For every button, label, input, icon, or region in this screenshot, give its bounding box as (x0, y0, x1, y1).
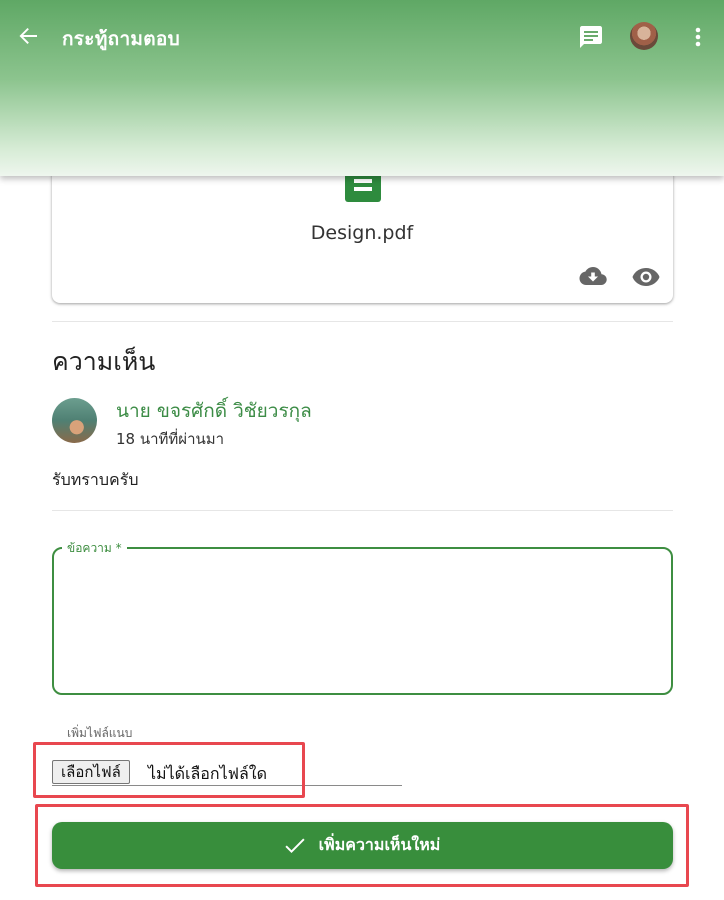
message-field[interactable] (52, 547, 673, 695)
check-icon (285, 838, 305, 853)
chat-icon[interactable] (576, 22, 606, 52)
divider (52, 510, 673, 511)
attachment-file-name: Design.pdf (310, 222, 414, 244)
message-field-label: ข้อความ * (62, 539, 127, 558)
arrow-left-icon[interactable] (14, 22, 42, 50)
comments-section-title: ความเห็น (52, 347, 156, 376)
no-file-text: ไม่ได้เลือกไฟล์ใด (148, 764, 267, 783)
app-bar: กระทู้ถามตอบ (0, 0, 724, 176)
add-comment-label: เพิ่มความเห็นใหม่ (318, 835, 441, 854)
comment-author-avatar (52, 398, 97, 443)
choose-file-button[interactable]: เลือกไฟล์ (52, 760, 130, 784)
comment-text: รับทราบครับ (52, 470, 139, 489)
page: Design.pdf กระทู้ถามตอบ ความเห็น นาย ขจร… (0, 0, 724, 900)
user-avatar[interactable] (630, 22, 658, 50)
file-input[interactable]: เลือกไฟล์ ไม่ได้เลือกไฟล์ใด (52, 760, 402, 786)
eye-icon[interactable] (630, 261, 662, 293)
divider (52, 321, 673, 322)
cloud-download-icon[interactable] (577, 261, 609, 293)
page-title: กระทู้ถามตอบ (62, 28, 180, 50)
message-textarea[interactable] (54, 549, 671, 693)
attach-file-label: เพิ่มไฟล์แนบ (67, 726, 133, 740)
add-comment-button[interactable]: เพิ่มความเห็นใหม่ (52, 822, 673, 869)
comment-timestamp: 18 นาทีที่ผ่านมา (116, 430, 225, 448)
comment-author-name: นาย ขจรศักดิ์ วิชัยวรกุล (116, 400, 312, 422)
more-vert-icon[interactable] (684, 22, 712, 52)
